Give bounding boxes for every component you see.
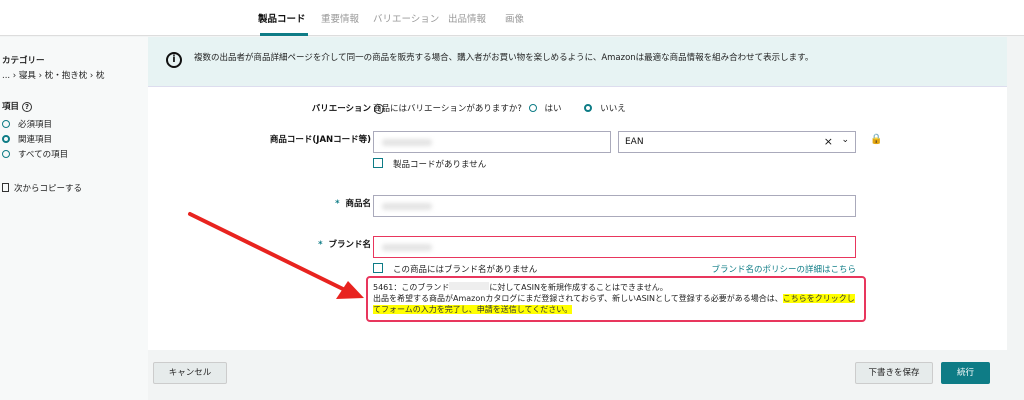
continue-button[interactable]: 続行	[941, 362, 990, 384]
red-arrow-annotation	[188, 212, 364, 299]
save-draft-button[interactable]: 下書きを保存	[855, 362, 933, 384]
cancel-button[interactable]: キャンセル	[153, 362, 227, 384]
